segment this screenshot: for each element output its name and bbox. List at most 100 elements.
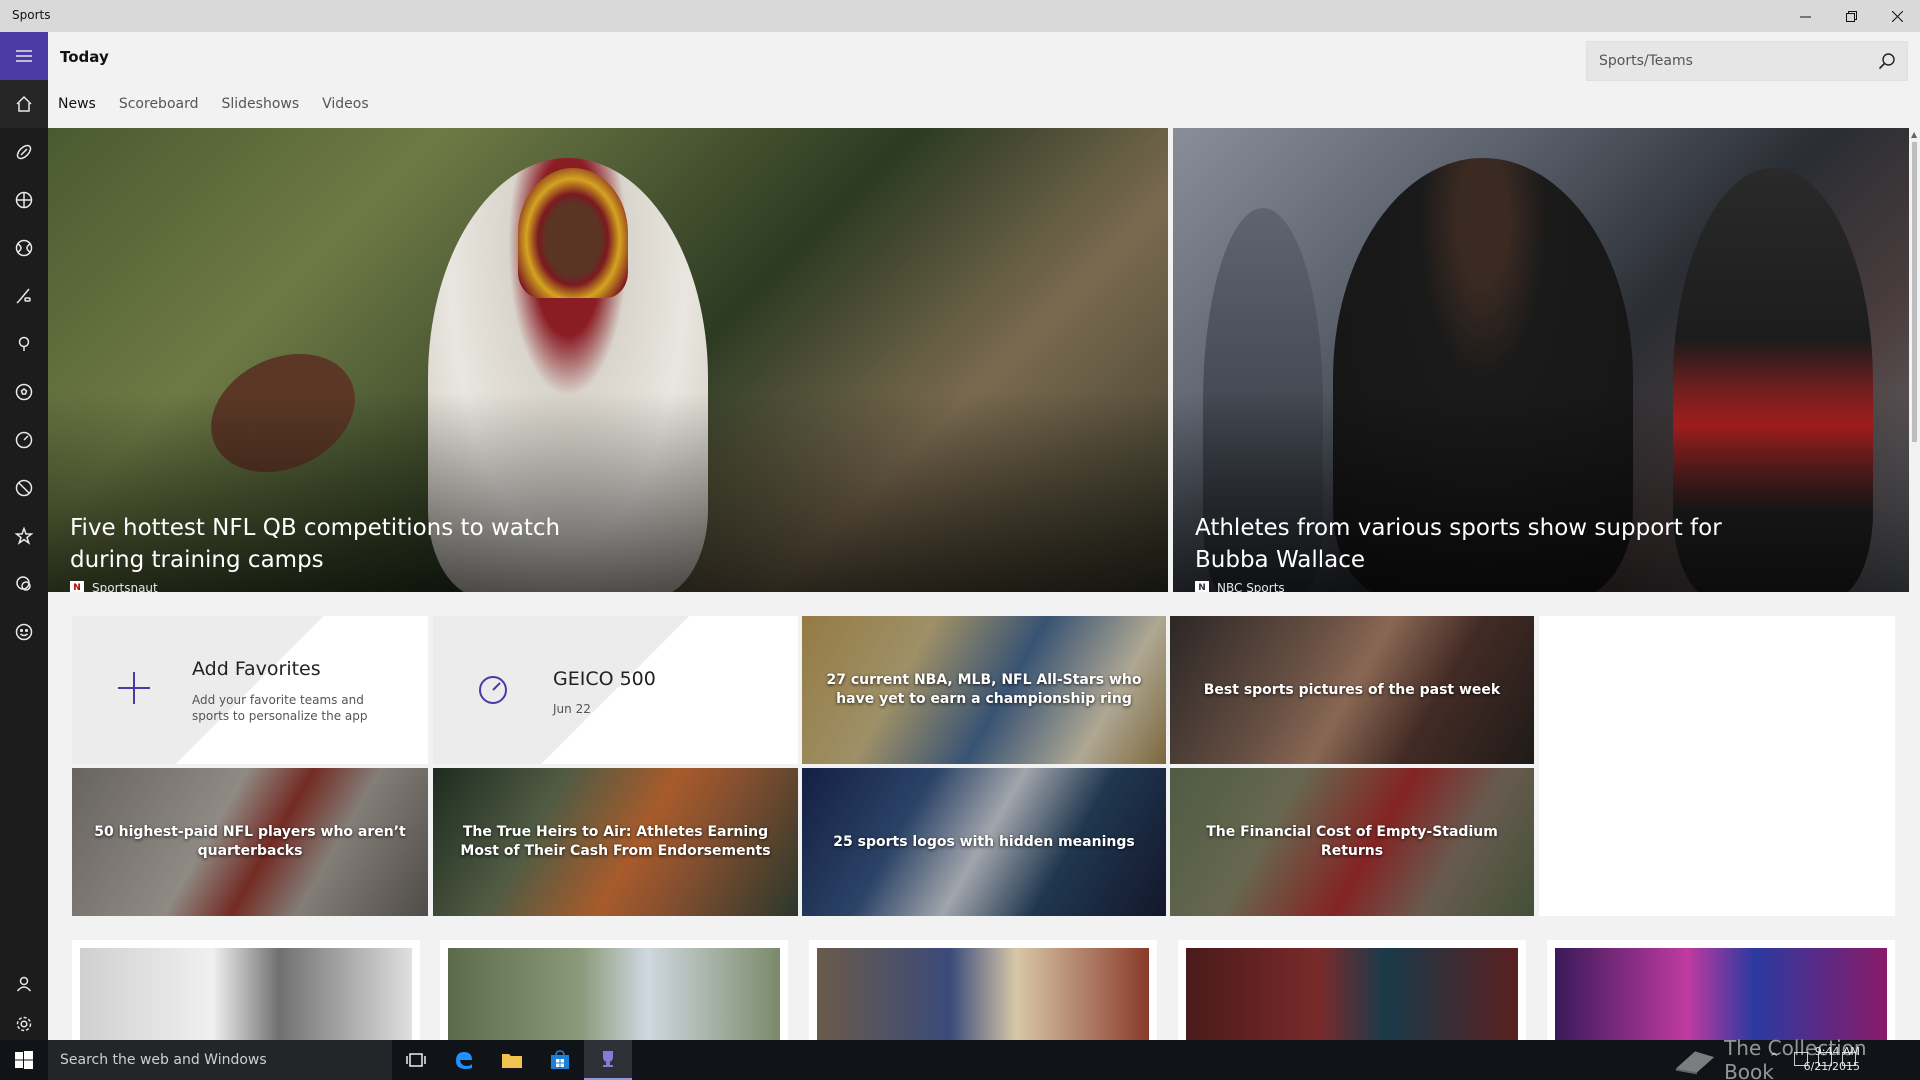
hero-source: N NBC Sports (1195, 581, 1285, 592)
close-button[interactable] (1874, 0, 1920, 32)
nav-account[interactable] (0, 960, 48, 1008)
hero-story-2[interactable]: Athletes from various sports show suppor… (1173, 128, 1909, 592)
watermark: The Collection Book (1674, 1036, 1914, 1080)
story-tile[interactable]: The Financial Cost of Empty-Stadium Retu… (1170, 768, 1534, 916)
menu-button[interactable] (0, 32, 48, 80)
video-card[interactable] (1178, 940, 1526, 1040)
nav-baseball[interactable] (0, 224, 48, 272)
source-name: NBC Sports (1217, 581, 1285, 592)
task-view-button[interactable] (392, 1040, 440, 1080)
account-icon (16, 976, 32, 992)
video-card[interactable] (72, 940, 420, 1040)
title-bar: Sports (0, 0, 1920, 32)
nav-basketball[interactable] (0, 176, 48, 224)
nav-rail (0, 32, 48, 1040)
search-input[interactable] (1587, 42, 1867, 80)
restore-button[interactable] (1828, 0, 1874, 32)
nav-racing[interactable] (0, 416, 48, 464)
sportsnaut-logo-icon: N (70, 581, 84, 592)
soccer-icon (15, 383, 33, 401)
story-headline: 25 sports logos with hidden meanings (833, 833, 1135, 850)
nav-settings[interactable] (0, 1008, 48, 1040)
hockey-icon (16, 288, 31, 304)
nav-football[interactable] (0, 128, 48, 176)
restore-icon (1845, 10, 1857, 22)
edge-button[interactable] (440, 1040, 488, 1080)
close-icon (1891, 10, 1903, 22)
app-title: Sports (12, 8, 51, 22)
home-icon (16, 95, 32, 112)
settings-icon (16, 1016, 32, 1032)
video-card[interactable] (440, 940, 788, 1040)
app-header: Today News Scoreboard Slideshows Videos (48, 32, 1920, 122)
event-tile[interactable]: GEICO 500 Jun 22 (433, 616, 798, 764)
nav-soccer[interactable] (0, 368, 48, 416)
story-tile[interactable]: Best sports pictures of the past week (1170, 616, 1534, 764)
sports-app-button[interactable] (584, 1040, 632, 1080)
story-tile[interactable]: 27 current NBA, MLB, NFL All-Stars who h… (802, 616, 1166, 764)
nav-fantasy[interactable] (0, 608, 48, 656)
story-headline: 27 current NBA, MLB, NFL All-Stars who h… (826, 672, 1142, 707)
nbc-logo-icon: N (1195, 581, 1209, 592)
add-favorites-tile[interactable]: Add Favorites Add your favorite teams an… (72, 616, 428, 764)
empty-tile (1539, 616, 1895, 916)
sports-list-icon (16, 576, 31, 591)
windows-logo-icon (15, 1051, 33, 1069)
main-content: Today News Scoreboard Slideshows Videos … (48, 32, 1920, 1040)
story-headline: Best sports pictures of the past week (1203, 681, 1501, 698)
basketball-icon (15, 191, 33, 209)
football-icon (16, 144, 32, 160)
story-headline: The Financial Cost of Empty-Stadium Retu… (1206, 824, 1498, 859)
video-card[interactable] (1547, 940, 1895, 1040)
nav-home[interactable] (0, 80, 48, 128)
source-name: Sportsnaut (92, 581, 158, 592)
task-view-icon (406, 1053, 426, 1067)
scrollbar[interactable]: ▲ (1909, 128, 1920, 1040)
add-favorites-title: Add Favorites (192, 658, 321, 680)
minimize-icon (1799, 16, 1811, 17)
taskbar-search[interactable]: Search the web and Windows (48, 1040, 392, 1080)
story-tile[interactable]: 50 highest-paid NFL players who aren’t q… (72, 768, 428, 916)
taskbar: Search the web and Windows ^ 9:44 AM 6/2… (0, 1040, 1920, 1080)
scrollbar-thumb[interactable] (1912, 142, 1917, 442)
book-logo-icon (1675, 1051, 1715, 1075)
racing-icon (15, 431, 33, 449)
story-headline: The True Heirs to Air: Athletes Earning … (460, 824, 771, 859)
tab-scoreboard[interactable]: Scoreboard (119, 96, 199, 112)
scroll-up-icon[interactable]: ▲ (1911, 130, 1917, 139)
nav-favorites[interactable] (0, 512, 48, 560)
add-favorites-description: Add your favorite teams and sports to pe… (192, 693, 368, 723)
video-card[interactable] (809, 940, 1157, 1040)
hero-headline[interactable]: Athletes from various sports show suppor… (1195, 512, 1755, 576)
nav-tennis[interactable] (0, 464, 48, 512)
story-tile[interactable]: 25 sports logos with hidden meanings (802, 768, 1166, 916)
nav-hockey[interactable] (0, 272, 48, 320)
baseball-icon (15, 239, 33, 257)
hero-source: N Sportsnaut (70, 581, 158, 592)
event-date: Jun 22 (553, 702, 591, 716)
racing-icon (479, 676, 507, 704)
hero-story-1[interactable]: Five hottest NFL QB competitions to watc… (48, 128, 1168, 592)
tab-slideshows[interactable]: Slideshows (221, 96, 299, 112)
nav-sports-list[interactable] (0, 560, 48, 608)
file-explorer-button[interactable] (488, 1040, 536, 1080)
hero-headline[interactable]: Five hottest NFL QB competitions to watc… (70, 512, 630, 576)
tennis-icon (15, 479, 33, 497)
tab-news[interactable]: News (58, 96, 96, 112)
watermark-text: The Collection Book (1724, 1036, 1867, 1080)
page-title: Today (60, 48, 109, 66)
tab-videos[interactable]: Videos (322, 96, 369, 112)
search-icon (1878, 53, 1895, 70)
story-tile[interactable]: The True Heirs to Air: Athletes Earning … (433, 768, 798, 916)
search-button[interactable] (1873, 48, 1901, 74)
edge-browser-icon (456, 1052, 472, 1069)
fantasy-icon (15, 623, 33, 641)
store-icon (551, 1050, 569, 1069)
search-box (1586, 41, 1908, 81)
minimize-button[interactable] (1782, 0, 1828, 32)
store-button[interactable] (536, 1040, 584, 1080)
nav-golf[interactable] (0, 320, 48, 368)
tab-bar: News Scoreboard Slideshows Videos (58, 96, 392, 112)
menu-icon (16, 50, 32, 62)
start-button[interactable] (0, 1040, 48, 1080)
